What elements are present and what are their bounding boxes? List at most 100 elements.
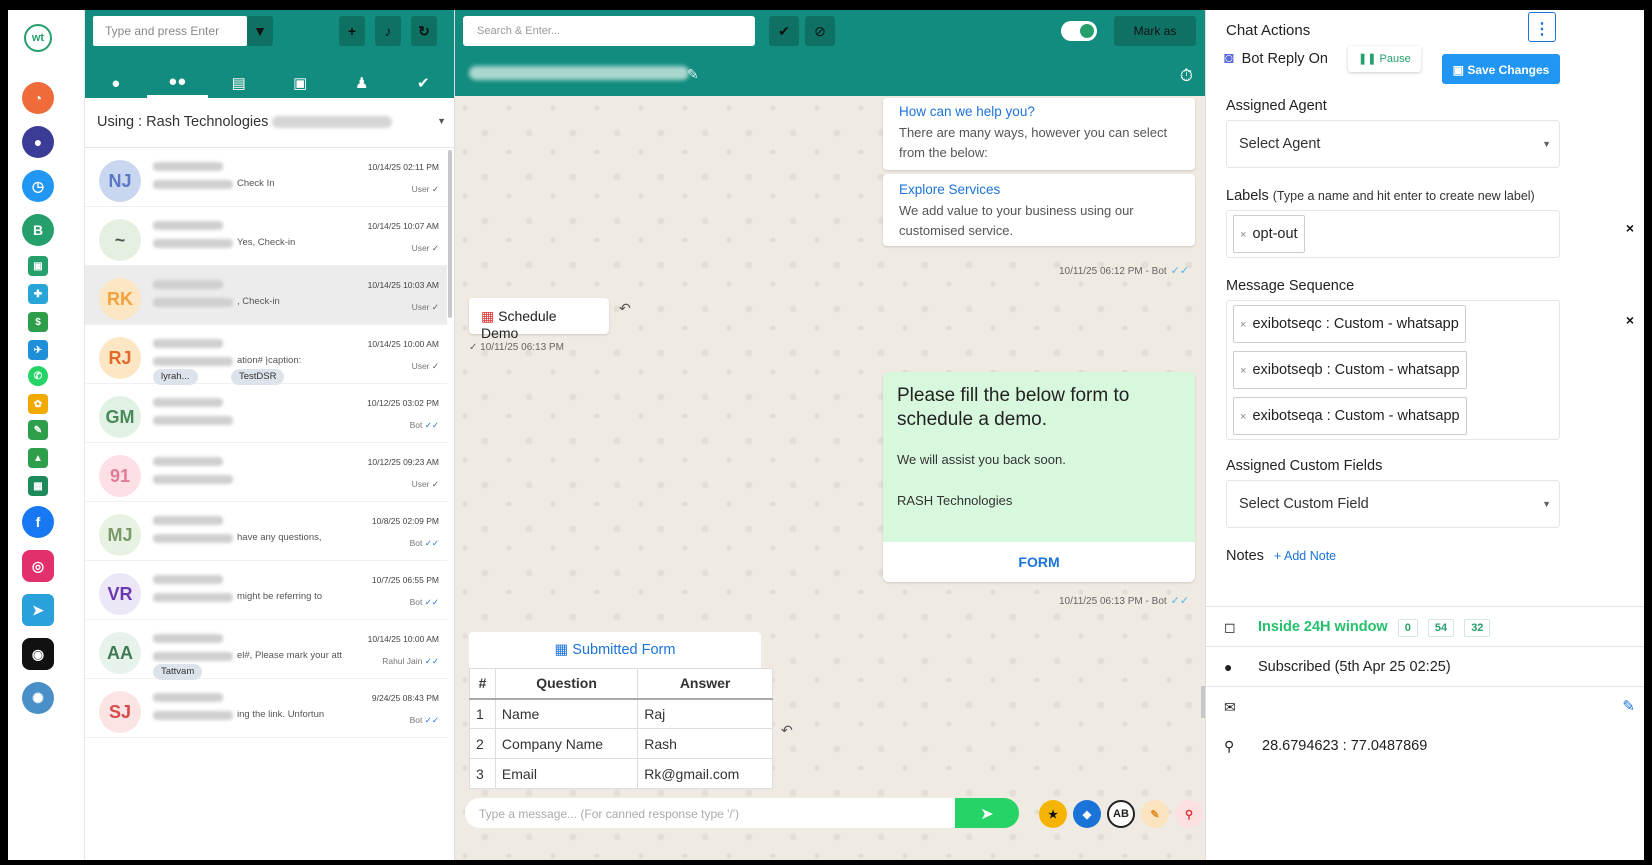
tab-all-chats[interactable]: ●● xyxy=(146,68,208,98)
add-note-button[interactable]: + Add Note xyxy=(1274,549,1336,563)
tab-my-chats[interactable]: ● xyxy=(85,68,147,98)
avatar: MJ xyxy=(99,514,141,556)
conversation-row[interactable]: SJ ing the link. Unfortun 9/24/25 08:43 PM… xyxy=(85,679,447,738)
analytics-icon[interactable]: ◷ xyxy=(22,170,54,202)
message-input[interactable]: Type a message... (For canned response t… xyxy=(465,798,955,828)
sequence-input[interactable]: × exibotseqc : Custom - whatsapp × exibots… xyxy=(1226,300,1560,440)
account-selector[interactable]: Using : Rash Technologies ▼ xyxy=(85,98,454,148)
conversation-row[interactable]: ~ Yes, Check-in 10/14/25 10:07 AM User ✓ xyxy=(85,207,447,266)
tab-unread[interactable]: ▤ xyxy=(208,68,270,98)
submitted-form-header: ▦ Submitted Form xyxy=(469,632,761,668)
mark-as-button[interactable]: Mark as xyxy=(1114,16,1196,46)
calendar-icon[interactable]: ▦ xyxy=(28,476,48,496)
conversation-row[interactable]: GM 10/12/25 03:02 PM Bot ✓✓ xyxy=(85,384,447,443)
remove-tag-icon[interactable]: × xyxy=(1240,365,1246,377)
instagram-icon[interactable]: ◎ xyxy=(22,550,54,582)
snippet-blurred xyxy=(153,593,233,602)
template-icon[interactable]: ◆ xyxy=(1073,800,1101,828)
star-icon[interactable]: ★ xyxy=(1039,800,1067,828)
remove-tag-icon[interactable]: × xyxy=(1240,229,1246,241)
clear-sequence-icon[interactable]: × xyxy=(1626,312,1634,328)
refresh-icon[interactable]: ↻ xyxy=(411,16,437,46)
snippet-blurred xyxy=(153,298,233,307)
message-time: 10/14/25 10:07 AM xyxy=(367,221,439,231)
dashboard-icon[interactable]: ◔ xyxy=(22,82,54,114)
conversation-row[interactable]: VR might be referring to 10/7/25 06:55 PM B… xyxy=(85,561,447,620)
pause-icon: ❚❚ xyxy=(1358,53,1377,65)
conversation-row[interactable]: AA el#, Please mark your att 10/14/25 10:0… xyxy=(85,620,447,680)
table-cell: Name xyxy=(494,698,639,729)
contact-name-blurred xyxy=(153,280,223,289)
edit-icon[interactable]: ✎ xyxy=(687,66,699,83)
remove-tag-icon[interactable]: × xyxy=(1240,319,1246,331)
edit-email-icon[interactable]: ✎ xyxy=(1622,697,1635,715)
table-cell: Company Name xyxy=(494,728,639,759)
channel-icon-4[interactable]: ✈ xyxy=(28,340,48,360)
app-logo[interactable]: wt xyxy=(24,24,52,52)
explore-title[interactable]: Explore Services xyxy=(899,182,1179,197)
contact-name-blurred xyxy=(153,457,223,466)
whatsapp-business-icon[interactable]: B xyxy=(22,214,54,246)
select-messages-icon[interactable]: ✔ xyxy=(769,16,799,46)
remove-tag-icon[interactable]: × xyxy=(1240,411,1246,423)
form-button[interactable]: FORM xyxy=(883,542,1195,582)
conversation-row[interactable]: MJ have any questions, 10/8/25 02:09 PM Bot… xyxy=(85,502,447,561)
filter-icon[interactable]: ▼ xyxy=(247,16,273,46)
conversation-search-input[interactable]: Type and press Enter xyxy=(93,16,247,46)
more-options-icon[interactable]: ⋮ xyxy=(1528,12,1556,42)
snippet-blurred xyxy=(153,357,233,366)
conversation-row[interactable]: NJ Check In 10/14/25 02:11 PM User ✓ xyxy=(85,148,447,207)
add-icon[interactable]: + xyxy=(339,16,365,46)
conversation-row[interactable]: 91 10/12/25 09:23 AM User ✓ xyxy=(85,443,447,502)
table-cell: Rash xyxy=(637,728,773,759)
table-cell: Rk@gmail.com xyxy=(637,758,773,789)
help-title[interactable]: How can we help you? xyxy=(899,104,1179,119)
message-search-input[interactable]: Search & Enter... xyxy=(463,16,755,46)
ab-test-icon[interactable]: AB xyxy=(1107,800,1135,828)
snippet-blurred xyxy=(153,652,233,661)
pause-button[interactable]: ❚❚ Pause xyxy=(1348,46,1421,72)
channel-icon-3[interactable]: $ xyxy=(28,312,48,332)
tab-resolved[interactable]: ✔ xyxy=(393,68,455,98)
channel-icon-2[interactable]: ✚ xyxy=(28,284,48,304)
clear-labels-icon[interactable]: × xyxy=(1626,220,1634,236)
channel-icon-5[interactable]: ✿ xyxy=(28,394,48,414)
label-tag[interactable]: × opt-out xyxy=(1233,215,1305,253)
reply-icon[interactable]: ↶ xyxy=(781,722,793,739)
custom-field-select-value: Select Custom Field xyxy=(1239,496,1369,512)
bell-icon[interactable]: ♪ xyxy=(375,16,401,46)
telegram-icon[interactable]: ➤ xyxy=(22,594,54,626)
custom-field-select[interactable]: Select Custom Field ▼ xyxy=(1226,480,1560,528)
tab-archived[interactable]: ▣ xyxy=(270,68,332,98)
whatsapp-icon[interactable]: ✆ xyxy=(28,366,48,386)
chat-icon[interactable]: ● xyxy=(22,126,54,158)
conversation-rows: NJ Check In 10/14/25 02:11 PM User ✓ ~ Yes, C… xyxy=(85,148,447,738)
shop-icon[interactable]: ▲ xyxy=(28,448,48,468)
facebook-icon[interactable]: f xyxy=(22,506,54,538)
message-time: 10/14/25 02:11 PM xyxy=(367,162,439,172)
send-button[interactable]: ➤ xyxy=(955,798,1019,828)
location-icon[interactable]: ⚲ xyxy=(1175,800,1203,828)
settings-icon[interactable]: ✺ xyxy=(22,682,54,714)
block-user-icon[interactable]: ⊘ xyxy=(805,16,835,46)
reply-icon[interactable]: ↶ xyxy=(619,300,631,317)
agent-select[interactable]: Select Agent ▼ xyxy=(1226,120,1560,168)
message-sender: Bot ✓✓ xyxy=(409,597,439,607)
channel-icon-1[interactable]: ▣ xyxy=(28,256,48,276)
conversation-row[interactable]: RK , Check-in 10/14/25 10:03 AM User ✓ xyxy=(85,266,447,325)
stopwatch-icon[interactable]: ⏱ xyxy=(1180,66,1193,86)
conversation-row[interactable]: RJ ation# |caption: 10/14/25 10:00 AM User … xyxy=(85,325,447,385)
save-changes-button[interactable]: ▣ Save Changes xyxy=(1442,54,1560,84)
sequence-tag[interactable]: × exibotseqb : Custom - whatsapp xyxy=(1233,351,1467,389)
sequence-tag[interactable]: × exibotseqa : Custom - whatsapp xyxy=(1233,397,1467,435)
channel-icon-6[interactable]: ✎ xyxy=(28,420,48,440)
chevron-down-icon: ▼ xyxy=(1542,499,1551,509)
list-scrollbar[interactable] xyxy=(448,150,452,318)
messenger-icon[interactable]: ◉ xyxy=(22,638,54,670)
sequence-tag[interactable]: × exibotseqc : Custom - whatsapp xyxy=(1233,305,1466,343)
chat-toggle[interactable] xyxy=(1061,21,1097,41)
user-icon: ● xyxy=(1224,659,1233,675)
attach-icon[interactable]: ✎ xyxy=(1141,800,1169,828)
tab-assigned[interactable]: ♟ xyxy=(331,68,393,98)
labels-input[interactable]: × opt-out xyxy=(1226,210,1560,258)
